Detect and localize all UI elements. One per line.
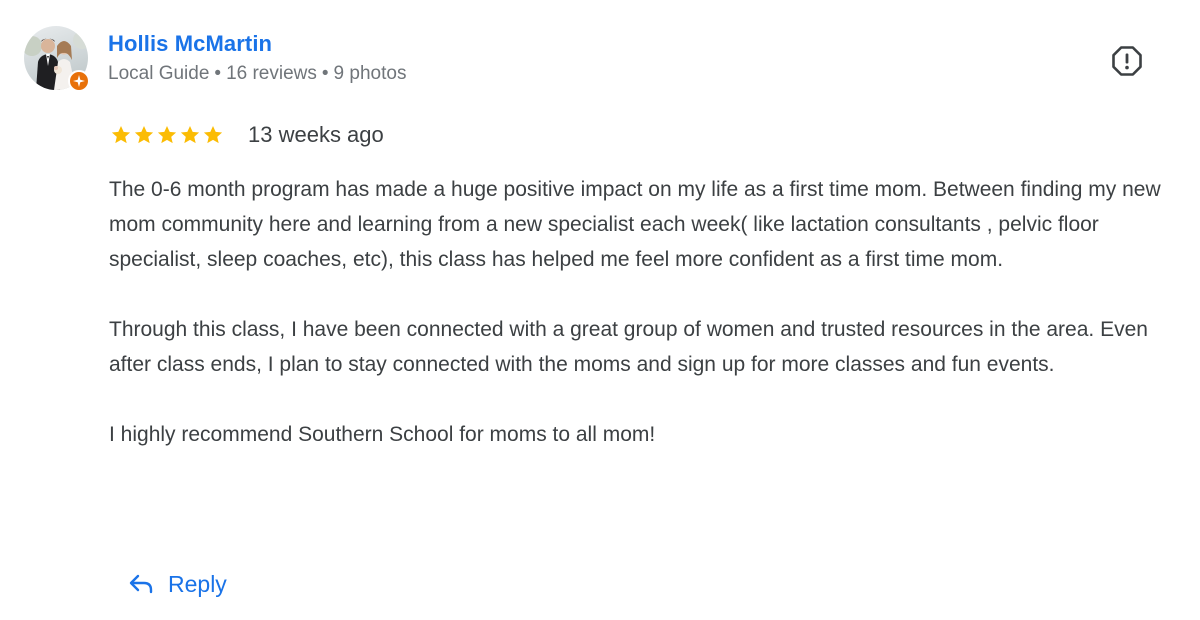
report-review-button[interactable] [1108, 44, 1146, 82]
reply-button[interactable]: Reply [118, 562, 237, 606]
star-icon [156, 124, 178, 146]
photo-count[interactable]: 9 photos [334, 63, 407, 84]
star-icon [179, 124, 201, 146]
author-meta: Local Guide • 16 reviews • 9 photos [108, 63, 406, 85]
reply-label: Reply [168, 570, 227, 597]
review-text: The 0-6 month program has made a huge po… [109, 172, 1179, 452]
reply-arrow-icon [128, 573, 154, 595]
star-icon [202, 124, 224, 146]
review-count[interactable]: 16 reviews [226, 63, 317, 84]
review-date: 13 weeks ago [248, 122, 384, 147]
review-paragraph: Through this class, I have been connecte… [109, 318, 1148, 376]
rating-row: 13 weeks ago [110, 119, 384, 151]
star-icon [133, 124, 155, 146]
review-paragraph: The 0-6 month program has made a huge po… [109, 178, 1161, 271]
report-octagon-icon [1110, 44, 1144, 83]
star-rating [110, 124, 224, 146]
meta-separator: • [214, 63, 222, 84]
author-avatar[interactable] [24, 26, 90, 92]
star-icon [110, 124, 132, 146]
author-name[interactable]: Hollis McMartin [108, 31, 272, 57]
review-paragraph: I highly recommend Southern School for m… [109, 423, 656, 446]
local-guide-label: Local Guide [108, 63, 210, 84]
meta-separator: • [321, 63, 329, 84]
local-guide-badge-icon [68, 70, 90, 92]
